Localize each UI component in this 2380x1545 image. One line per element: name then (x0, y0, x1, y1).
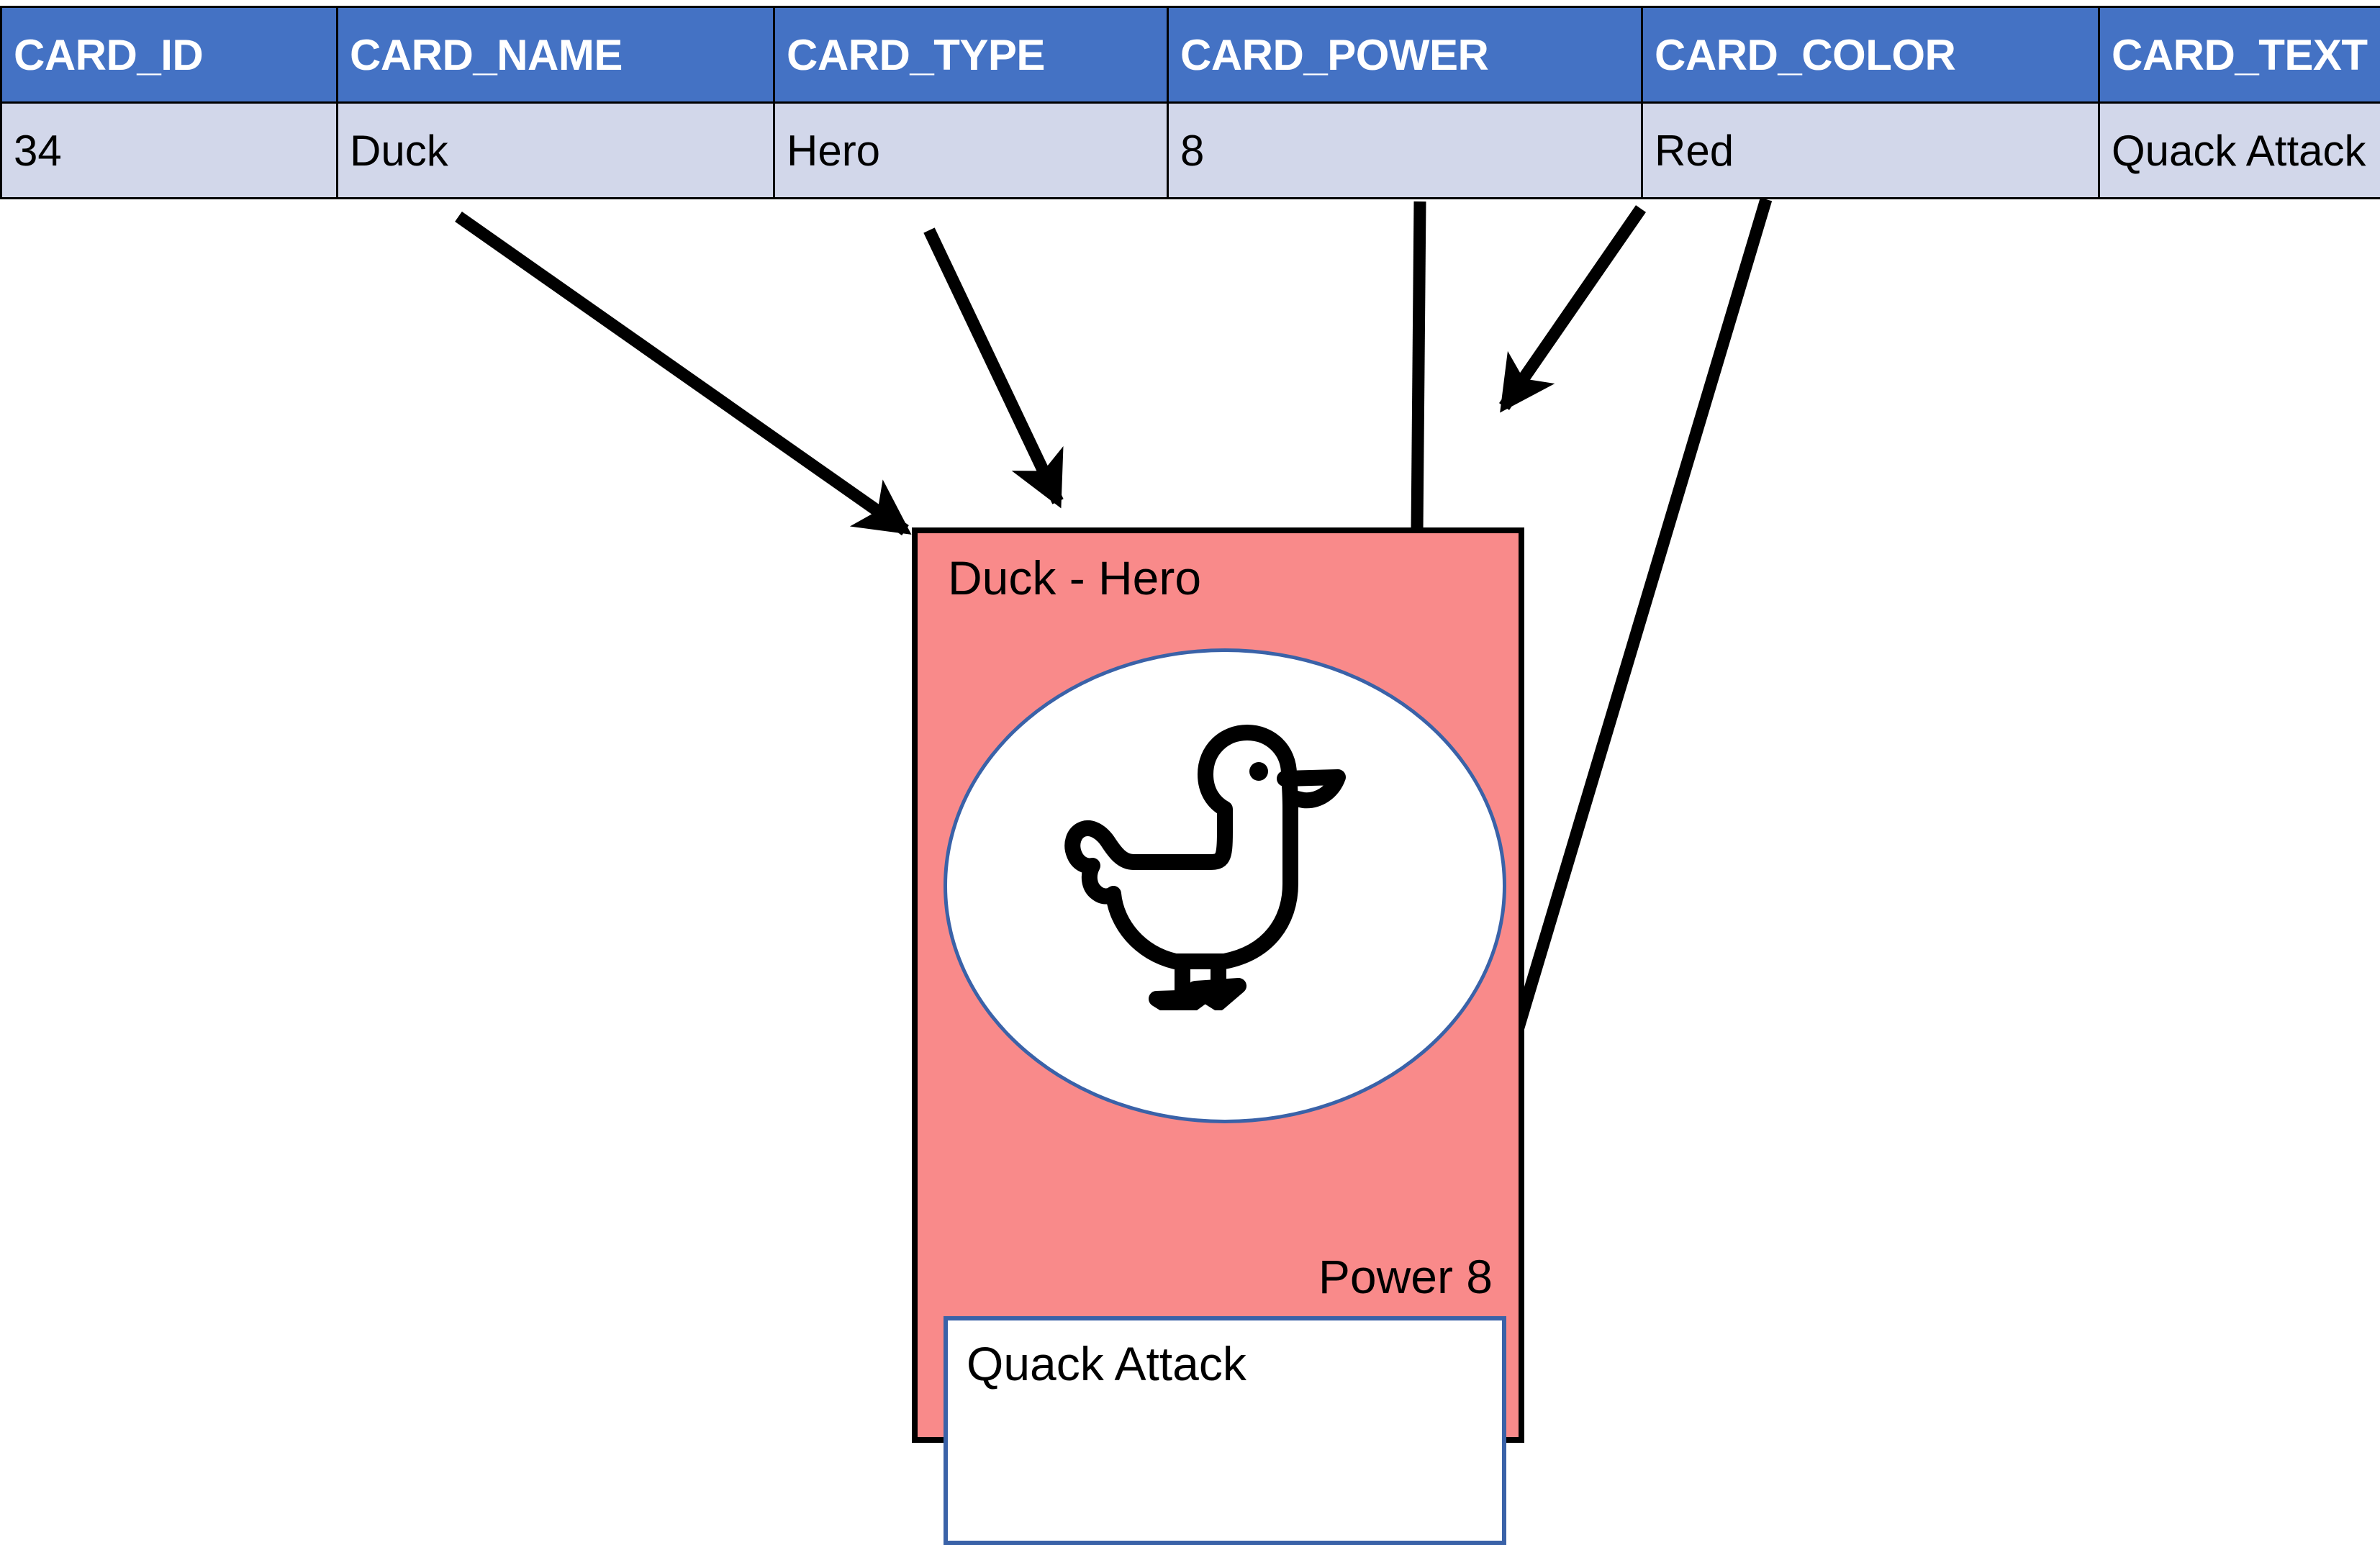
table-header-row: CARD_ID CARD_NAME CARD_TYPE CARD_POWER C… (1, 7, 2380, 103)
column-header-card-color[interactable]: CARD_COLOR (1642, 7, 2099, 103)
column-header-card-name[interactable]: CARD_NAME (338, 7, 774, 103)
arrow-card-type-to-card-title (929, 230, 1058, 502)
arrow-card-name-to-card-body (458, 217, 905, 530)
game-card[interactable]: Duck - Hero Power 8 Quack Attack (912, 527, 1524, 1443)
cell-card-power[interactable]: 8 (1168, 103, 1642, 199)
duck-eye-icon (1249, 762, 1268, 781)
cell-card-type[interactable]: Hero (774, 103, 1168, 199)
card-text-box[interactable]: Quack Attack (944, 1316, 1506, 1545)
duck-icon (1059, 708, 1397, 1010)
column-header-card-power[interactable]: CARD_POWER (1168, 7, 1642, 103)
card-title: Duck - Hero (948, 551, 1201, 605)
cell-card-name[interactable]: Duck (338, 103, 774, 199)
column-header-card-id[interactable]: CARD_ID (1, 7, 338, 103)
cell-card-text[interactable]: Quack Attack (2099, 103, 2380, 199)
cell-card-color[interactable]: Red (1642, 103, 2099, 199)
card-schema-table: CARD_ID CARD_NAME CARD_TYPE CARD_POWER C… (0, 6, 2380, 199)
cell-card-id[interactable]: 34 (1, 103, 338, 199)
column-header-card-text[interactable]: CARD_TEXT (2099, 7, 2380, 103)
table-row: 34 Duck Hero 8 Red Quack Attack (1, 103, 2380, 199)
diagram-canvas: CARD_ID CARD_NAME CARD_TYPE CARD_POWER C… (0, 0, 2380, 1443)
card-rules-text: Quack Attack (967, 1336, 1246, 1391)
column-header-card-type[interactable]: CARD_TYPE (774, 7, 1168, 103)
card-power-label: Power 8 (1318, 1249, 1493, 1304)
arrow-card-color-to-card-frame (1504, 209, 1641, 407)
